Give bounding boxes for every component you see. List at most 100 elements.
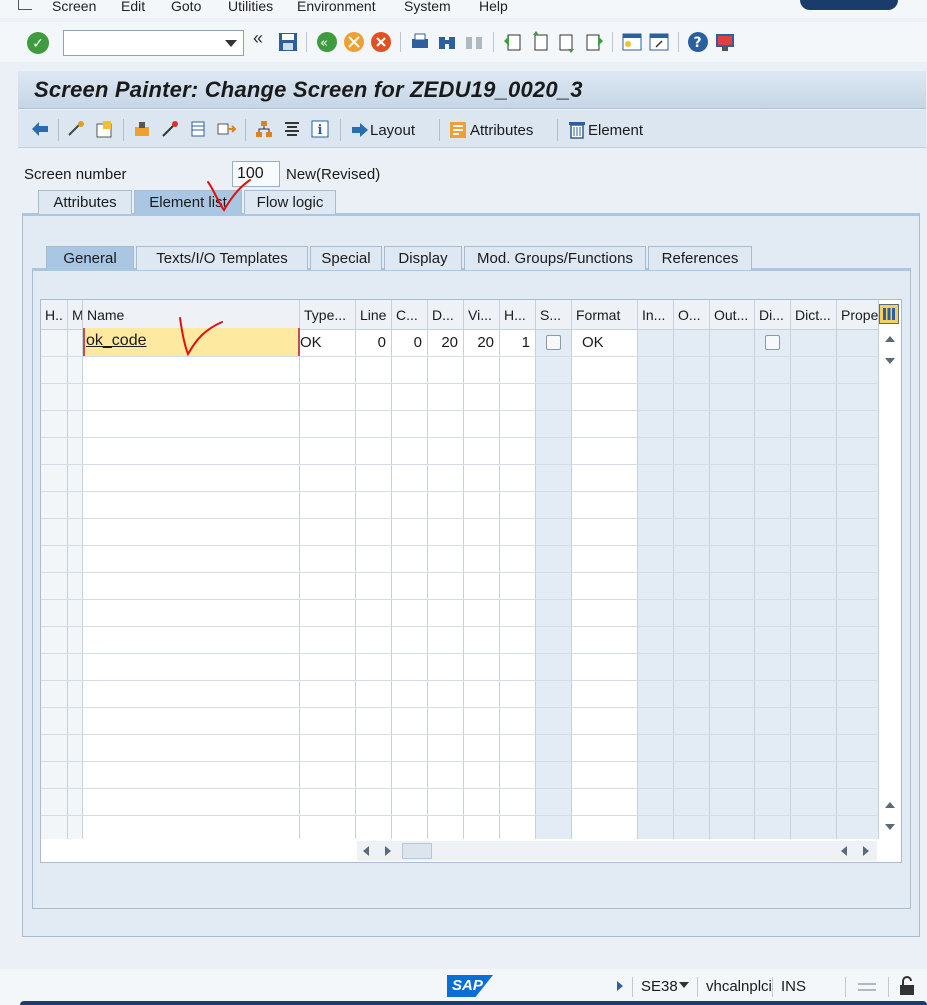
customize-layout-icon[interactable] bbox=[714, 31, 736, 53]
scroll-up-icon[interactable] bbox=[885, 336, 895, 342]
col-header-height[interactable]: H... bbox=[500, 300, 536, 330]
scroll-page-up-icon[interactable] bbox=[885, 802, 895, 808]
info-icon[interactable]: i bbox=[310, 119, 330, 139]
tab-attributes[interactable]: Attributes bbox=[38, 190, 132, 214]
row-divider bbox=[41, 734, 879, 735]
col-header-format[interactable]: Format bbox=[572, 300, 638, 330]
find-icon[interactable] bbox=[436, 31, 458, 53]
status-expand-icon[interactable] bbox=[617, 981, 623, 991]
col-header-input[interactable]: In... bbox=[638, 300, 674, 330]
col-header-column[interactable]: C... bbox=[392, 300, 428, 330]
menu-help[interactable]: Help bbox=[479, 0, 508, 14]
enter-check-icon[interactable]: ✓ bbox=[27, 32, 49, 54]
col-header-m[interactable]: M bbox=[68, 300, 83, 330]
menu-system[interactable]: System bbox=[404, 0, 451, 14]
tab-flow-logic[interactable]: Flow logic bbox=[244, 190, 336, 214]
scroll-thumb[interactable] bbox=[402, 843, 432, 859]
dict-checkbox[interactable] bbox=[765, 335, 780, 350]
shortcut-icon[interactable] bbox=[648, 31, 670, 53]
column-settings-icon[interactable] bbox=[879, 304, 899, 324]
command-field[interactable] bbox=[63, 30, 244, 56]
scroll-far-right-icon[interactable] bbox=[863, 846, 869, 856]
tab-mod-groups-functions[interactable]: Mod. Groups/Functions bbox=[464, 246, 646, 270]
tab-display[interactable]: Display bbox=[384, 246, 462, 270]
vertical-scrollbar[interactable] bbox=[879, 330, 901, 839]
col-header-properties[interactable]: Prope bbox=[837, 300, 879, 330]
exit-icon[interactable] bbox=[343, 31, 365, 53]
col-header-dict[interactable]: Di... bbox=[755, 300, 791, 330]
tab-texts-io-templates[interactable]: Texts/I/O Templates bbox=[136, 246, 308, 270]
print-icon[interactable] bbox=[409, 31, 431, 53]
col-header-output-only[interactable]: Out... bbox=[710, 300, 755, 330]
menu-utilities[interactable]: Utilities bbox=[228, 0, 273, 14]
defined-length-cell[interactable]: 20 bbox=[428, 330, 464, 356]
tab-special[interactable]: Special bbox=[310, 246, 382, 270]
delete-element-button[interactable]: Element bbox=[566, 119, 643, 141]
name-cell-selected[interactable]: ok_code bbox=[83, 328, 300, 356]
activate-icon[interactable] bbox=[160, 119, 180, 139]
scroll-right-icon[interactable] bbox=[385, 846, 391, 856]
height-cell[interactable]: 1 bbox=[500, 330, 536, 356]
first-page-icon[interactable] bbox=[502, 31, 524, 53]
tab-references[interactable]: References bbox=[648, 246, 752, 270]
command-dropdown-icon[interactable] bbox=[225, 40, 237, 47]
hierarchy-icon[interactable] bbox=[254, 119, 274, 139]
menu-goto[interactable]: Goto bbox=[171, 0, 201, 14]
line-cell[interactable]: 0 bbox=[356, 330, 392, 356]
scroll-down-icon[interactable] bbox=[885, 358, 895, 364]
col-header-type[interactable]: Type... bbox=[300, 300, 356, 330]
visible-length-cell[interactable]: 20 bbox=[464, 330, 500, 356]
col-header-visible-length[interactable]: Vi... bbox=[464, 300, 500, 330]
object-list-icon[interactable] bbox=[216, 119, 236, 139]
menu-environment[interactable]: Environment bbox=[297, 0, 376, 14]
system-info-dropdown-icon[interactable] bbox=[679, 982, 689, 988]
row-divider bbox=[41, 410, 879, 411]
menu-screen[interactable]: Screen bbox=[52, 0, 96, 14]
format-cell[interactable]: OK bbox=[582, 330, 638, 356]
scroll-left-icon[interactable] bbox=[363, 846, 369, 856]
attributes-button[interactable]: Attributes bbox=[448, 119, 533, 141]
svg-text:?: ? bbox=[694, 35, 702, 51]
layout-button-label: Layout bbox=[370, 121, 416, 139]
find-next-icon[interactable] bbox=[463, 31, 485, 53]
tab-general[interactable]: General bbox=[46, 246, 134, 270]
insert-mode[interactable]: INS bbox=[781, 978, 806, 995]
help-icon[interactable]: ? bbox=[687, 31, 709, 53]
scroll-checkbox[interactable] bbox=[546, 335, 561, 350]
column-cell[interactable]: 0 bbox=[392, 330, 428, 356]
back-icon[interactable]: « bbox=[316, 31, 338, 53]
col-header-dict-field[interactable]: Dict... bbox=[791, 300, 837, 330]
col-header-name[interactable]: Name bbox=[83, 300, 300, 330]
cancel-icon[interactable] bbox=[370, 31, 392, 53]
horizontal-scrollbar[interactable] bbox=[357, 841, 877, 861]
name-cell-value[interactable]: ok_code bbox=[86, 332, 147, 350]
col-header-h[interactable]: H.. bbox=[41, 300, 68, 330]
col-header-scroll[interactable]: S... bbox=[536, 300, 572, 330]
type-cell[interactable]: OK bbox=[300, 330, 356, 356]
col-header-output[interactable]: O... bbox=[674, 300, 710, 330]
screen-number-field[interactable]: 100 bbox=[232, 161, 280, 187]
application-toolbar: i Layout Attributes Element bbox=[18, 110, 926, 148]
new-session-icon[interactable] bbox=[621, 31, 643, 53]
active-inactive-icon[interactable] bbox=[94, 119, 114, 139]
page-title: Screen Painter: Change Screen for ZEDU19… bbox=[34, 77, 583, 102]
back-arrow-icon[interactable] bbox=[30, 119, 50, 139]
display-change-icon[interactable] bbox=[66, 119, 86, 139]
col-header-defined-length[interactable]: D... bbox=[428, 300, 464, 330]
layout-button[interactable]: Layout bbox=[350, 119, 415, 141]
scroll-page-down-icon[interactable] bbox=[885, 824, 895, 830]
last-page-icon[interactable] bbox=[583, 31, 605, 53]
scroll-far-left-icon[interactable] bbox=[841, 846, 847, 856]
check-icon[interactable] bbox=[132, 119, 152, 139]
previous-page-icon[interactable] bbox=[529, 31, 551, 53]
col-header-line[interactable]: Line bbox=[356, 300, 392, 330]
save-icon[interactable] bbox=[277, 31, 299, 53]
row-divider bbox=[41, 518, 879, 519]
menu-edit[interactable]: Edit bbox=[121, 0, 145, 14]
next-page-icon[interactable] bbox=[556, 31, 578, 53]
collapse-icon[interactable]: « bbox=[253, 28, 275, 50]
menu-edit-icon[interactable] bbox=[18, 0, 32, 10]
where-used-icon[interactable] bbox=[188, 119, 208, 139]
tab-element-list[interactable]: Element list bbox=[134, 190, 242, 214]
align-icon[interactable] bbox=[282, 119, 302, 139]
